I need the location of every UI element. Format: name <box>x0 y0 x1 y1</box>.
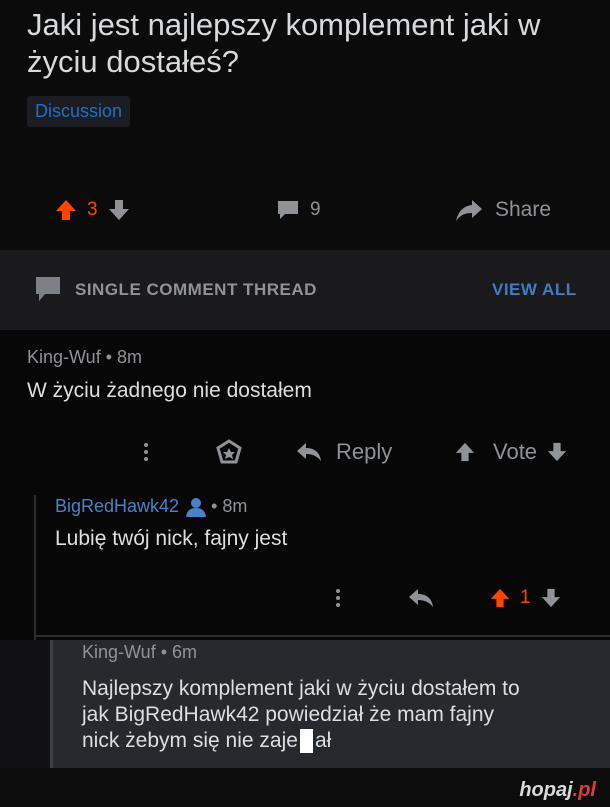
more-options-icon[interactable] <box>330 578 346 618</box>
vote-label: Vote <box>493 439 538 464</box>
vote-group: Vote <box>455 432 567 472</box>
post-title: Jaki jest najlepszy komplement jaki w ży… <box>27 7 541 79</box>
thread-indent-line <box>34 495 36 640</box>
share-icon <box>455 198 483 222</box>
comment-score: 1 <box>520 587 531 608</box>
reply-button[interactable]: Reply <box>296 432 392 472</box>
downvote-icon[interactable] <box>108 199 130 221</box>
watermark-main: hopaj <box>519 779 573 801</box>
comment-body: Lubię twój nick, fajny jest <box>55 527 288 550</box>
comment-line: nick żebym się nie zaje ał <box>82 728 602 754</box>
view-all-link[interactable]: VIEW ALL <box>492 280 577 300</box>
comment-thread-icon <box>33 274 63 304</box>
comment-meta: BigRedHawk42 • 8m <box>55 496 247 517</box>
comment-time: • 8m <box>211 496 248 516</box>
divider <box>34 635 610 637</box>
upvote-icon[interactable] <box>55 199 77 221</box>
comment-text: nick żebym się nie zaje <box>82 729 298 752</box>
vote-group: 1 <box>490 578 561 618</box>
post-share-button[interactable]: Share <box>455 190 551 230</box>
comment-author[interactable]: BigRedHawk42 <box>55 496 179 517</box>
award-icon[interactable] <box>216 432 242 472</box>
thread-indent-line <box>50 640 53 768</box>
comment-text: ał <box>314 729 332 752</box>
comment-line: jak BigRedHawk42 powiedział że mam fajny <box>82 703 495 726</box>
comment-body: Najlepszy komplement jaki w życiu dostał… <box>82 676 602 754</box>
post-actions: 3 9 Share <box>0 190 610 230</box>
post-comments-button[interactable]: 9 <box>276 190 331 230</box>
reply-label: Reply <box>336 439 393 464</box>
censor-block <box>299 729 313 753</box>
share-label: Share <box>495 198 552 221</box>
downvote-icon[interactable] <box>547 442 567 462</box>
thread-label: SINGLE COMMENT THREAD <box>75 280 317 299</box>
upvote-icon[interactable] <box>455 442 475 462</box>
reply-icon[interactable] <box>408 578 434 618</box>
more-options-icon[interactable] <box>138 432 154 472</box>
comment-body: W życiu żadnego nie dostałem <box>27 379 312 402</box>
post-comment-count: 9 <box>310 199 321 220</box>
reply-icon <box>296 441 322 463</box>
watermark-logo: hopaj.pl <box>519 779 596 802</box>
upvote-icon[interactable] <box>490 588 510 608</box>
post-flair[interactable]: Discussion <box>27 96 131 127</box>
post-score: 3 <box>87 199 98 220</box>
comment-line: Najlepszy komplement jaki w życiu dostał… <box>82 677 520 700</box>
user-icon <box>185 497 207 517</box>
comment-meta: King-Wuf • 8m <box>27 347 143 367</box>
comment-icon <box>276 199 300 221</box>
comment-meta: King-Wuf • 6m <box>82 642 198 662</box>
watermark-suffix: .pl <box>572 779 596 801</box>
post-vote-group: 3 <box>55 190 130 230</box>
downvote-icon[interactable] <box>541 588 561 608</box>
post-header: Jaki jest najlepszy komplement jaki w ży… <box>0 0 610 250</box>
